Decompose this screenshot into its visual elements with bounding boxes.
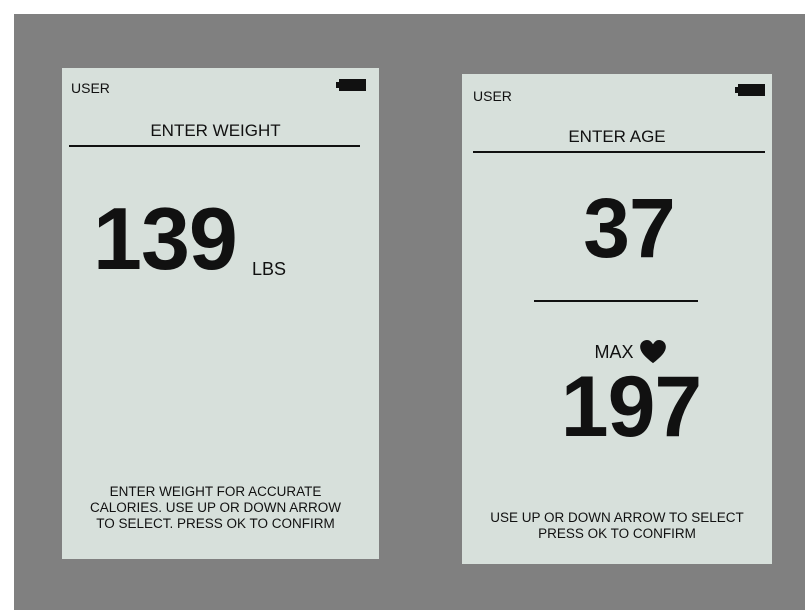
instructions-line: TO SELECT. PRESS OK TO CONFIRM [96,516,335,531]
instructions: USE UP OR DOWN ARROW TO SELECT PRESS OK … [462,510,772,542]
weight-unit: LBS [252,259,287,279]
section-divider [534,300,698,302]
weight-screen: USER ENTER WEIGHT 139 LBS ENTER WEIGHT F… [62,68,379,559]
instructions-line: ENTER WEIGHT FOR ACCURATE [109,484,322,499]
user-label: USER [71,80,110,96]
title-divider [473,151,765,153]
weight-value: 139 [93,189,238,288]
screen-title: ENTER WEIGHT [150,121,281,140]
battery-icon [336,79,366,91]
instructions-line: USE UP OR DOWN ARROW TO SELECT [490,510,744,525]
age-value: 37 [583,181,675,275]
screen-title: ENTER AGE [568,127,666,146]
battery-icon [735,84,765,96]
instructions-line: CALORIES. USE UP OR DOWN ARROW [89,500,342,515]
user-label: USER [473,88,512,104]
max-heart-rate-value: 197 [560,359,703,455]
age-screen: USER ENTER AGE 37 MAX 197 USE UP OR DOWN… [462,74,772,564]
title-divider [69,145,360,147]
instructions-line: PRESS OK TO CONFIRM [538,526,696,541]
instructions: ENTER WEIGHT FOR ACCURATE CALORIES. USE … [62,484,369,532]
